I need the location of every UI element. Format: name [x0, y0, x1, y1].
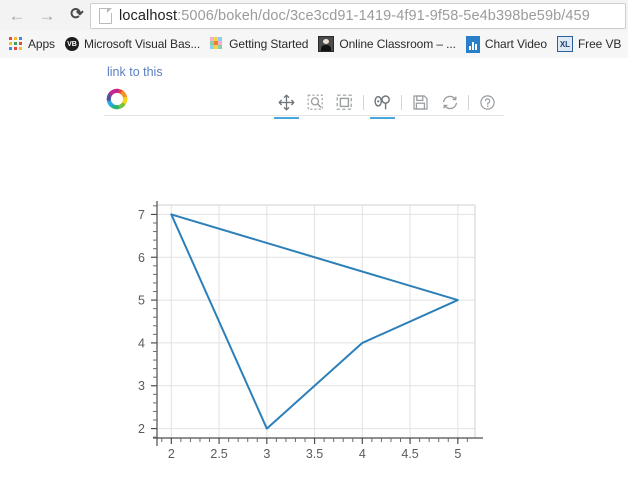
- plot-toolbar: [104, 84, 504, 120]
- address-bar-url: localhost:5006/bokeh/doc/3ce3cd91-1419-4…: [119, 4, 590, 28]
- plot-frame: [157, 204, 476, 438]
- toolbar-divider: [104, 115, 504, 116]
- toolbar-separator: [468, 94, 469, 110]
- address-bar[interactable]: localhost:5006/bokeh/doc/3ce3cd91-1419-4…: [90, 3, 626, 29]
- svg-text:7: 7: [138, 208, 145, 222]
- svg-text:2.5: 2.5: [210, 447, 227, 461]
- plot-canvas[interactable]: 2 2.5 3 3.5 4 4.5 5 2 3 4 5 6 7: [104, 128, 504, 503]
- box-zoom-tool[interactable]: [302, 90, 329, 114]
- browser-window: ← → ⟳ localhost:5006/bokeh/doc/3ce3cd91-…: [0, 0, 628, 503]
- address-host: localhost: [119, 8, 178, 24]
- excel-icon: XL: [556, 36, 573, 52]
- bar-chart-icon: [465, 35, 480, 53]
- bookmark-chart-video[interactable]: Chart Video: [462, 30, 551, 58]
- visual-basic-icon: VB: [64, 37, 79, 51]
- svg-text:4: 4: [138, 336, 145, 350]
- bokeh-page: link to this 2 2.5 3 3.5 4 4.5 5 2 3 4 5…: [0, 58, 628, 503]
- svg-text:5: 5: [138, 294, 145, 308]
- bookmark-visual-basic[interactable]: VB Microsoft Visual Bas...: [61, 30, 204, 58]
- hover-tool[interactable]: [369, 90, 396, 119]
- back-icon[interactable]: ←: [4, 2, 30, 28]
- bokeh-logo: [104, 86, 130, 112]
- svg-text:6: 6: [138, 251, 145, 265]
- bookmark-getting-started[interactable]: Getting Started: [206, 30, 312, 58]
- bookmark-label: Apps: [28, 37, 55, 51]
- classroom-avatar-icon: [318, 36, 335, 52]
- bookmarks-bar: Apps VB Microsoft Visual Bas... Getting …: [0, 30, 628, 59]
- help-tool[interactable]: [474, 90, 501, 114]
- apps-grid-icon: [9, 37, 23, 51]
- box-select-tool[interactable]: [331, 90, 358, 114]
- tool-buttons: [272, 87, 502, 119]
- bokeh-plot[interactable]: 2 2.5 3 3.5 4 4.5 5 2 3 4 5 6 7: [104, 128, 504, 503]
- svg-text:3: 3: [138, 379, 145, 393]
- starburst-icon: [210, 37, 224, 51]
- bookmark-free-vb[interactable]: XL Free VB: [553, 30, 625, 58]
- svg-text:2: 2: [168, 447, 175, 461]
- toolbar-separator: [401, 94, 402, 110]
- svg-text:3.5: 3.5: [306, 447, 323, 461]
- reload-icon[interactable]: ⟳: [64, 2, 90, 28]
- plot-axis-ticks: [151, 201, 483, 446]
- bookmark-label: Online Classroom – ...: [339, 37, 456, 51]
- link-to-this-row: link to this: [107, 63, 163, 81]
- svg-text:3: 3: [263, 447, 270, 461]
- svg-text:4.5: 4.5: [401, 447, 418, 461]
- address-path: :5006/bokeh/doc/3ce3cd91-1419-4f91-9f58-…: [177, 8, 590, 24]
- navigation-bar: ← → ⟳ localhost:5006/bokeh/doc/3ce3cd91-…: [0, 0, 628, 30]
- plot-axis-labels: 2 2.5 3 3.5 4 4.5 5 2 3 4 5 6 7: [138, 208, 461, 461]
- bookmark-label: Getting Started: [229, 37, 309, 51]
- forward-icon[interactable]: →: [34, 2, 60, 28]
- bookmark-label: Free VB: [577, 37, 622, 51]
- reset-tool[interactable]: [436, 90, 463, 114]
- page-document-icon: [99, 8, 112, 24]
- pan-tool[interactable]: [273, 90, 300, 119]
- svg-text:5: 5: [454, 447, 461, 461]
- bookmark-online-classroom[interactable]: Online Classroom – ...: [314, 30, 460, 58]
- save-tool[interactable]: [407, 90, 434, 114]
- browser-chrome: ← → ⟳ localhost:5006/bokeh/doc/3ce3cd91-…: [0, 0, 628, 59]
- toolbar-separator: [363, 94, 364, 110]
- plot-gridlines: [157, 205, 475, 438]
- svg-text:2: 2: [138, 422, 145, 436]
- link-to-this-link[interactable]: link to this: [107, 65, 163, 79]
- svg-text:4: 4: [359, 447, 366, 461]
- bookmark-apps[interactable]: Apps: [5, 30, 59, 58]
- bookmark-label: Microsoft Visual Bas...: [83, 37, 201, 51]
- bookmark-label: Chart Video: [484, 37, 547, 51]
